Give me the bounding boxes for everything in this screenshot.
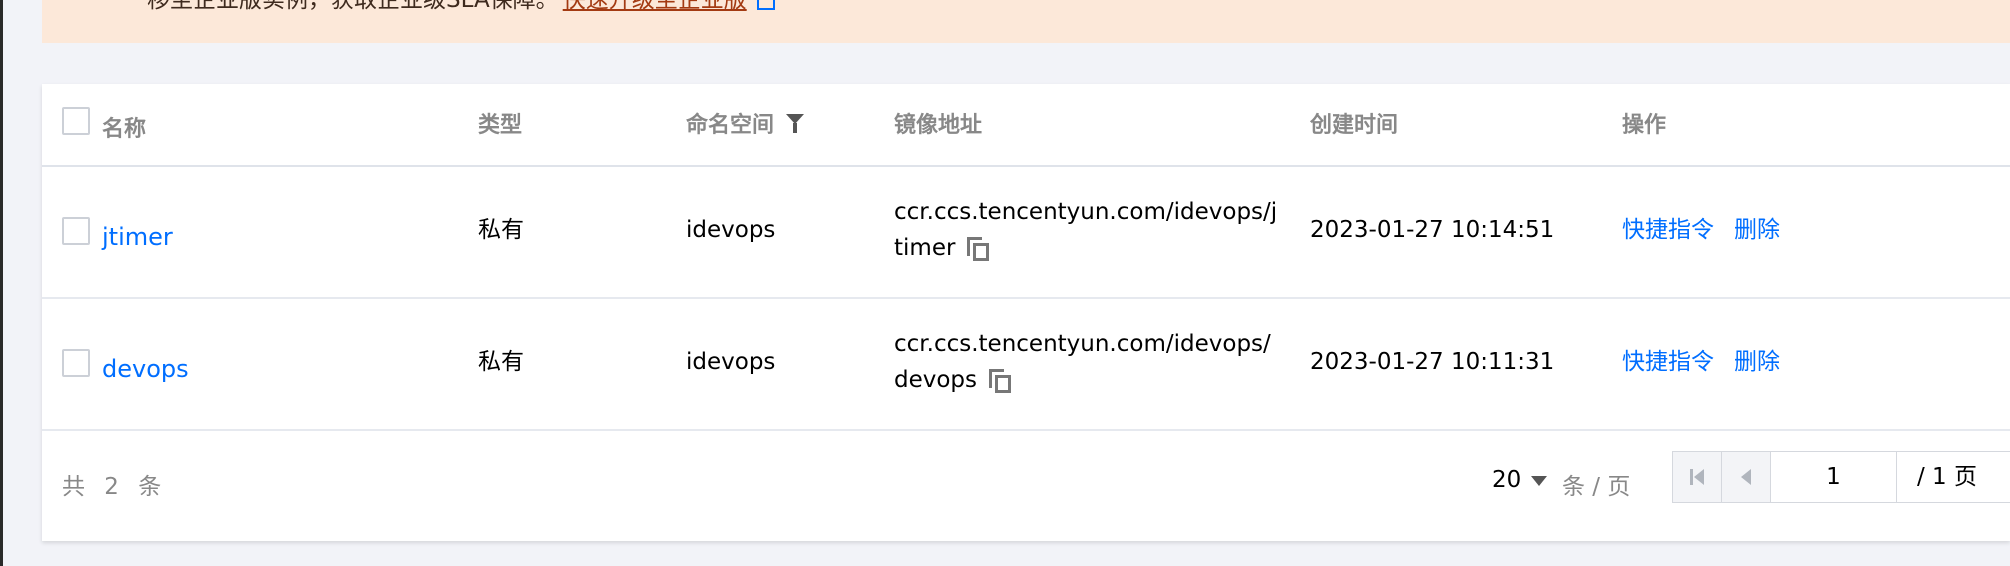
filter-icon[interactable] bbox=[786, 114, 805, 133]
copy-icon[interactable] bbox=[989, 368, 1012, 393]
header-name: 名称 bbox=[102, 117, 147, 142]
select-all-checkbox[interactable] bbox=[62, 107, 90, 135]
row-checkbox[interactable] bbox=[62, 217, 90, 245]
page-number-input[interactable] bbox=[1771, 452, 1897, 502]
total-pages: / 1 页 bbox=[1917, 464, 1978, 490]
per-page-label: 条 / 页 bbox=[1562, 474, 1631, 500]
created-time: 2023-01-27 10:14:51 bbox=[1310, 217, 1555, 243]
repository-address: ccr.ccs.tencentyun.com/idevops/jtimer bbox=[894, 194, 1284, 266]
copy-icon[interactable] bbox=[967, 236, 990, 261]
banner-text: 移至企业版实例，获取企业级SLA保障。 快速升级至企业版 bbox=[147, 0, 775, 14]
repository-type: 私有 bbox=[478, 349, 524, 375]
repository-namespace: idevops bbox=[686, 349, 776, 375]
header-namespace: 命名空间 bbox=[686, 112, 805, 140]
repository-table-panel: 名称 类型 命名空间 镜像地址 创建时间 操作 jtimer 私有 idevop… bbox=[42, 84, 2010, 541]
upgrade-banner: 移至企业版实例，获取企业级SLA保障。 快速升级至企业版 bbox=[42, 0, 2010, 43]
repository-type: 私有 bbox=[478, 217, 524, 243]
created-time: 2023-01-27 10:11:31 bbox=[1310, 349, 1555, 375]
chevron-down-icon bbox=[1531, 475, 1548, 486]
shortcut-command-link[interactable]: 快捷指令 bbox=[1622, 344, 1714, 380]
repository-name-link[interactable]: devops bbox=[102, 351, 189, 387]
table-footer: 共 2 条 20 条 / 页 / 1 页 bbox=[42, 429, 2010, 541]
header-type: 类型 bbox=[478, 113, 523, 138]
page-size-select[interactable]: 20 bbox=[1492, 467, 1548, 493]
banner-message: 移至企业版实例，获取企业级SLA保障。 bbox=[147, 0, 559, 13]
table-row: devops 私有 idevops ccr.ccs.tencentyun.com… bbox=[42, 299, 2010, 431]
header-created: 创建时间 bbox=[1310, 113, 1399, 138]
table-header: 名称 类型 命名空间 镜像地址 创建时间 操作 bbox=[42, 84, 2010, 167]
total-count: 共 2 条 bbox=[62, 474, 168, 500]
table-row: jtimer 私有 idevops ccr.ccs.tencentyun.com… bbox=[42, 167, 2010, 299]
delete-link[interactable]: 删除 bbox=[1734, 212, 1780, 248]
external-link-icon[interactable] bbox=[756, 0, 775, 10]
repository-address-text: ccr.ccs.tencentyun.com/idevops/devops bbox=[894, 331, 1271, 393]
repository-namespace: idevops bbox=[686, 217, 776, 243]
upgrade-link[interactable]: 快速升级至企业版 bbox=[563, 0, 747, 13]
repository-address: ccr.ccs.tencentyun.com/idevops/devops bbox=[894, 326, 1284, 398]
row-checkbox[interactable] bbox=[62, 349, 90, 377]
previous-page-icon[interactable] bbox=[1722, 452, 1771, 502]
first-page-icon[interactable] bbox=[1673, 452, 1722, 502]
header-actions: 操作 bbox=[1622, 113, 1667, 138]
pagination-control: / 1 页 bbox=[1672, 451, 2010, 503]
header-address: 镜像地址 bbox=[894, 113, 983, 138]
delete-link[interactable]: 删除 bbox=[1734, 344, 1780, 380]
repository-address-text: ccr.ccs.tencentyun.com/idevops/jtimer bbox=[894, 199, 1278, 261]
header-namespace-label: 命名空间 bbox=[686, 113, 775, 138]
window-left-edge bbox=[0, 0, 3, 566]
page-size-value: 20 bbox=[1492, 467, 1522, 493]
shortcut-command-link[interactable]: 快捷指令 bbox=[1622, 212, 1714, 248]
repository-name-link[interactable]: jtimer bbox=[102, 219, 173, 255]
